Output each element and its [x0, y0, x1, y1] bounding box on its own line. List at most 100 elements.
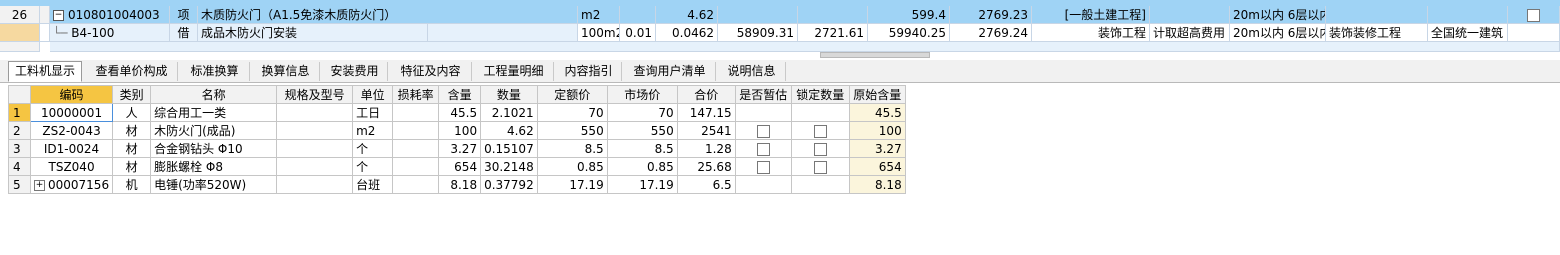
loss-rate-cell[interactable] — [392, 175, 440, 194]
market-price-cell[interactable]: 8.5 — [606, 139, 678, 158]
amount-cell[interactable]: 599.4 — [868, 6, 950, 24]
tab-unit-price-breakdown[interactable]: 查看单价构成 — [86, 62, 178, 81]
name-cell[interactable]: 木质防火门（A1.5免漆木质防火门） — [198, 6, 578, 24]
tab-installation-fee[interactable]: 安装费用 — [322, 62, 388, 81]
table-row[interactable]: 5 +00007156 机电锤(功率520W) 台班 8.18 0.37792 17.19 1… — [8, 175, 906, 194]
expand-icon[interactable]: + — [34, 179, 45, 191]
col-header-is-estimate[interactable]: 是否暂估 — [734, 85, 792, 104]
tab-content-guide[interactable]: 内容指引 — [556, 62, 622, 81]
total-cell[interactable]: 6.5 — [676, 175, 736, 194]
col-header-unit[interactable]: 单位 — [352, 85, 394, 104]
col-header-content[interactable]: 含量 — [438, 85, 482, 104]
tab-query-user-list[interactable]: 查询用户清单 — [624, 62, 716, 81]
quota-price-cell[interactable]: 0.85 — [536, 157, 608, 176]
name-cell[interactable]: 木防火门(成品) — [150, 121, 278, 140]
row-number[interactable]: 1 — [8, 103, 31, 122]
quota-price-cell[interactable]: 17.19 — [536, 175, 608, 194]
table-row[interactable]: 1 10000001 人综合用工一类 工日 45.5 2.1021 70 70 147.15 45… — [8, 103, 906, 122]
content-cell[interactable]: 45.5 — [438, 103, 482, 122]
category-cell[interactable]: 材 — [112, 121, 152, 140]
code-cell[interactable]: ID1-0024 — [29, 139, 114, 158]
loss-rate-cell[interactable] — [392, 157, 440, 176]
code-cell[interactable]: −010801004003 — [50, 6, 170, 24]
lock-quantity-cell[interactable] — [790, 175, 850, 194]
code-cell[interactable]: TSZ040 — [29, 157, 114, 176]
amount-cell[interactable]: 2769.24 — [950, 24, 1032, 42]
content-cell[interactable]: 3.27 — [438, 139, 482, 158]
content-cell[interactable]: 654 — [438, 157, 482, 176]
horizontal-scrollbar[interactable] — [820, 52, 930, 58]
market-price-cell[interactable]: 550 — [606, 121, 678, 140]
category-cell[interactable]: 装饰工程 — [1032, 24, 1150, 42]
unit-price-cell[interactable]: 58909.31 — [718, 24, 798, 42]
unit-cell[interactable]: 100m2 — [578, 24, 620, 42]
name-cell[interactable]: 膨胀螺栓 Φ8 — [150, 157, 278, 176]
col-header-market-price[interactable]: 市场价 — [606, 85, 678, 104]
lock-quantity-cell[interactable] — [790, 103, 850, 122]
unit-cell[interactable]: 工日 — [352, 103, 394, 122]
market-price-cell[interactable]: 0.85 — [606, 157, 678, 176]
col-header-lock-quantity[interactable]: 锁定数量 — [790, 85, 850, 104]
col-header-spec[interactable]: 规格及型号 — [276, 85, 354, 104]
quantity-cell[interactable]: 30.2148 — [480, 157, 538, 176]
quantity-cell[interactable]: 2.1021 — [480, 103, 538, 122]
original-content-cell[interactable]: 3.27 — [848, 139, 906, 158]
lock-quantity-cell[interactable] — [790, 139, 850, 158]
table-row[interactable]: └─ B4-100 借 成品木防火门安装 100m2 0.01 0.0462 5… — [0, 24, 1560, 42]
tab-features-content[interactable]: 特征及内容 — [390, 62, 472, 81]
is-estimate-cell[interactable] — [734, 139, 792, 158]
row-number[interactable]: 4 — [8, 157, 31, 176]
quantity-cell[interactable]: 0.0462 — [656, 24, 718, 42]
height-cell[interactable]: 20m以内 6层以内 — [1230, 24, 1326, 42]
category-cell[interactable]: 材 — [112, 139, 152, 158]
height-cell[interactable]: 20m以内 6层以内 — [1230, 6, 1326, 24]
col-header-name[interactable]: 名称 — [150, 85, 278, 104]
quota-price-cell[interactable]: 70 — [536, 103, 608, 122]
table-row[interactable]: 3 ID1-0024 材合金钢钻头 Φ10 个 3.27 0.15107 8.5 8.5 1.2… — [8, 139, 906, 158]
spec-cell[interactable] — [276, 121, 354, 140]
loss-rate-cell[interactable] — [392, 121, 440, 140]
code-cell[interactable]: 10000001 — [29, 103, 114, 122]
name-cell[interactable]: 电锤(功率520W) — [150, 175, 278, 194]
category-cell[interactable]: [一般土建工程] — [1032, 6, 1150, 24]
row-number[interactable]: 2 — [8, 121, 31, 140]
table-row-selected[interactable]: 26 −010801004003 项 木质防火门（A1.5免漆木质防火门） m2… — [0, 6, 1560, 24]
code-cell[interactable]: └─ B4-100 — [50, 24, 170, 42]
tab-description-info[interactable]: 说明信息 — [718, 62, 786, 81]
name-cell[interactable]: 合金钢钻头 Φ10 — [150, 139, 278, 158]
loss-rate-cell[interactable] — [392, 103, 440, 122]
is-estimate-cell[interactable] — [734, 157, 792, 176]
table-row[interactable]: 4 TSZ040 材膨胀螺栓 Φ8 个 654 30.2148 0.85 0.85 25.68 6… — [8, 157, 906, 176]
quantity-cell[interactable]: 0.15107 — [480, 139, 538, 158]
row-number[interactable]: 3 — [8, 139, 31, 158]
spec-cell[interactable] — [276, 157, 354, 176]
lock-quantity-checkbox[interactable] — [813, 124, 827, 138]
loss-rate-cell[interactable] — [392, 139, 440, 158]
is-estimate-checkbox[interactable] — [756, 160, 770, 174]
name-cell[interactable]: 成品木防火门安装 — [198, 24, 428, 42]
col-header-original-content[interactable]: 原始含量 — [848, 85, 906, 104]
original-content-cell[interactable]: 45.5 — [848, 103, 906, 122]
quota-price-cell[interactable]: 8.5 — [536, 139, 608, 158]
amount-cell[interactable]: 59940.25 — [868, 24, 950, 42]
lock-quantity-cell[interactable] — [790, 121, 850, 140]
corner-cell[interactable] — [8, 85, 31, 104]
quantity-cell[interactable]: 4.62 — [656, 6, 718, 24]
original-content-cell[interactable]: 100 — [848, 121, 906, 140]
col-header-total[interactable]: 合价 — [676, 85, 736, 104]
tab-standard-conversion[interactable]: 标准换算 — [180, 62, 250, 81]
spec-cell[interactable] — [276, 175, 354, 194]
col-header-loss-rate[interactable]: 损耗率 — [392, 85, 440, 104]
lock-quantity-cell[interactable] — [790, 157, 850, 176]
col-header-quantity[interactable]: 数量 — [480, 85, 538, 104]
unit-cell[interactable]: m2 — [352, 121, 394, 140]
is-estimate-cell[interactable] — [734, 175, 792, 194]
type-cell[interactable]: 项 — [170, 6, 198, 24]
table-row[interactable]: 2 ZS2-0043 材木防火门(成品) m2 100 4.62 550 550 2541 100 — [8, 121, 906, 140]
unit-cell[interactable]: m2 — [578, 6, 620, 24]
region-cell[interactable]: 全国统一建筑 — [1428, 24, 1508, 42]
tab-conversion-info[interactable]: 换算信息 — [252, 62, 320, 81]
quantity-cell[interactable]: 0.37792 — [480, 175, 538, 194]
lock-quantity-checkbox[interactable] — [813, 160, 827, 174]
lock-quantity-checkbox[interactable] — [813, 142, 827, 156]
